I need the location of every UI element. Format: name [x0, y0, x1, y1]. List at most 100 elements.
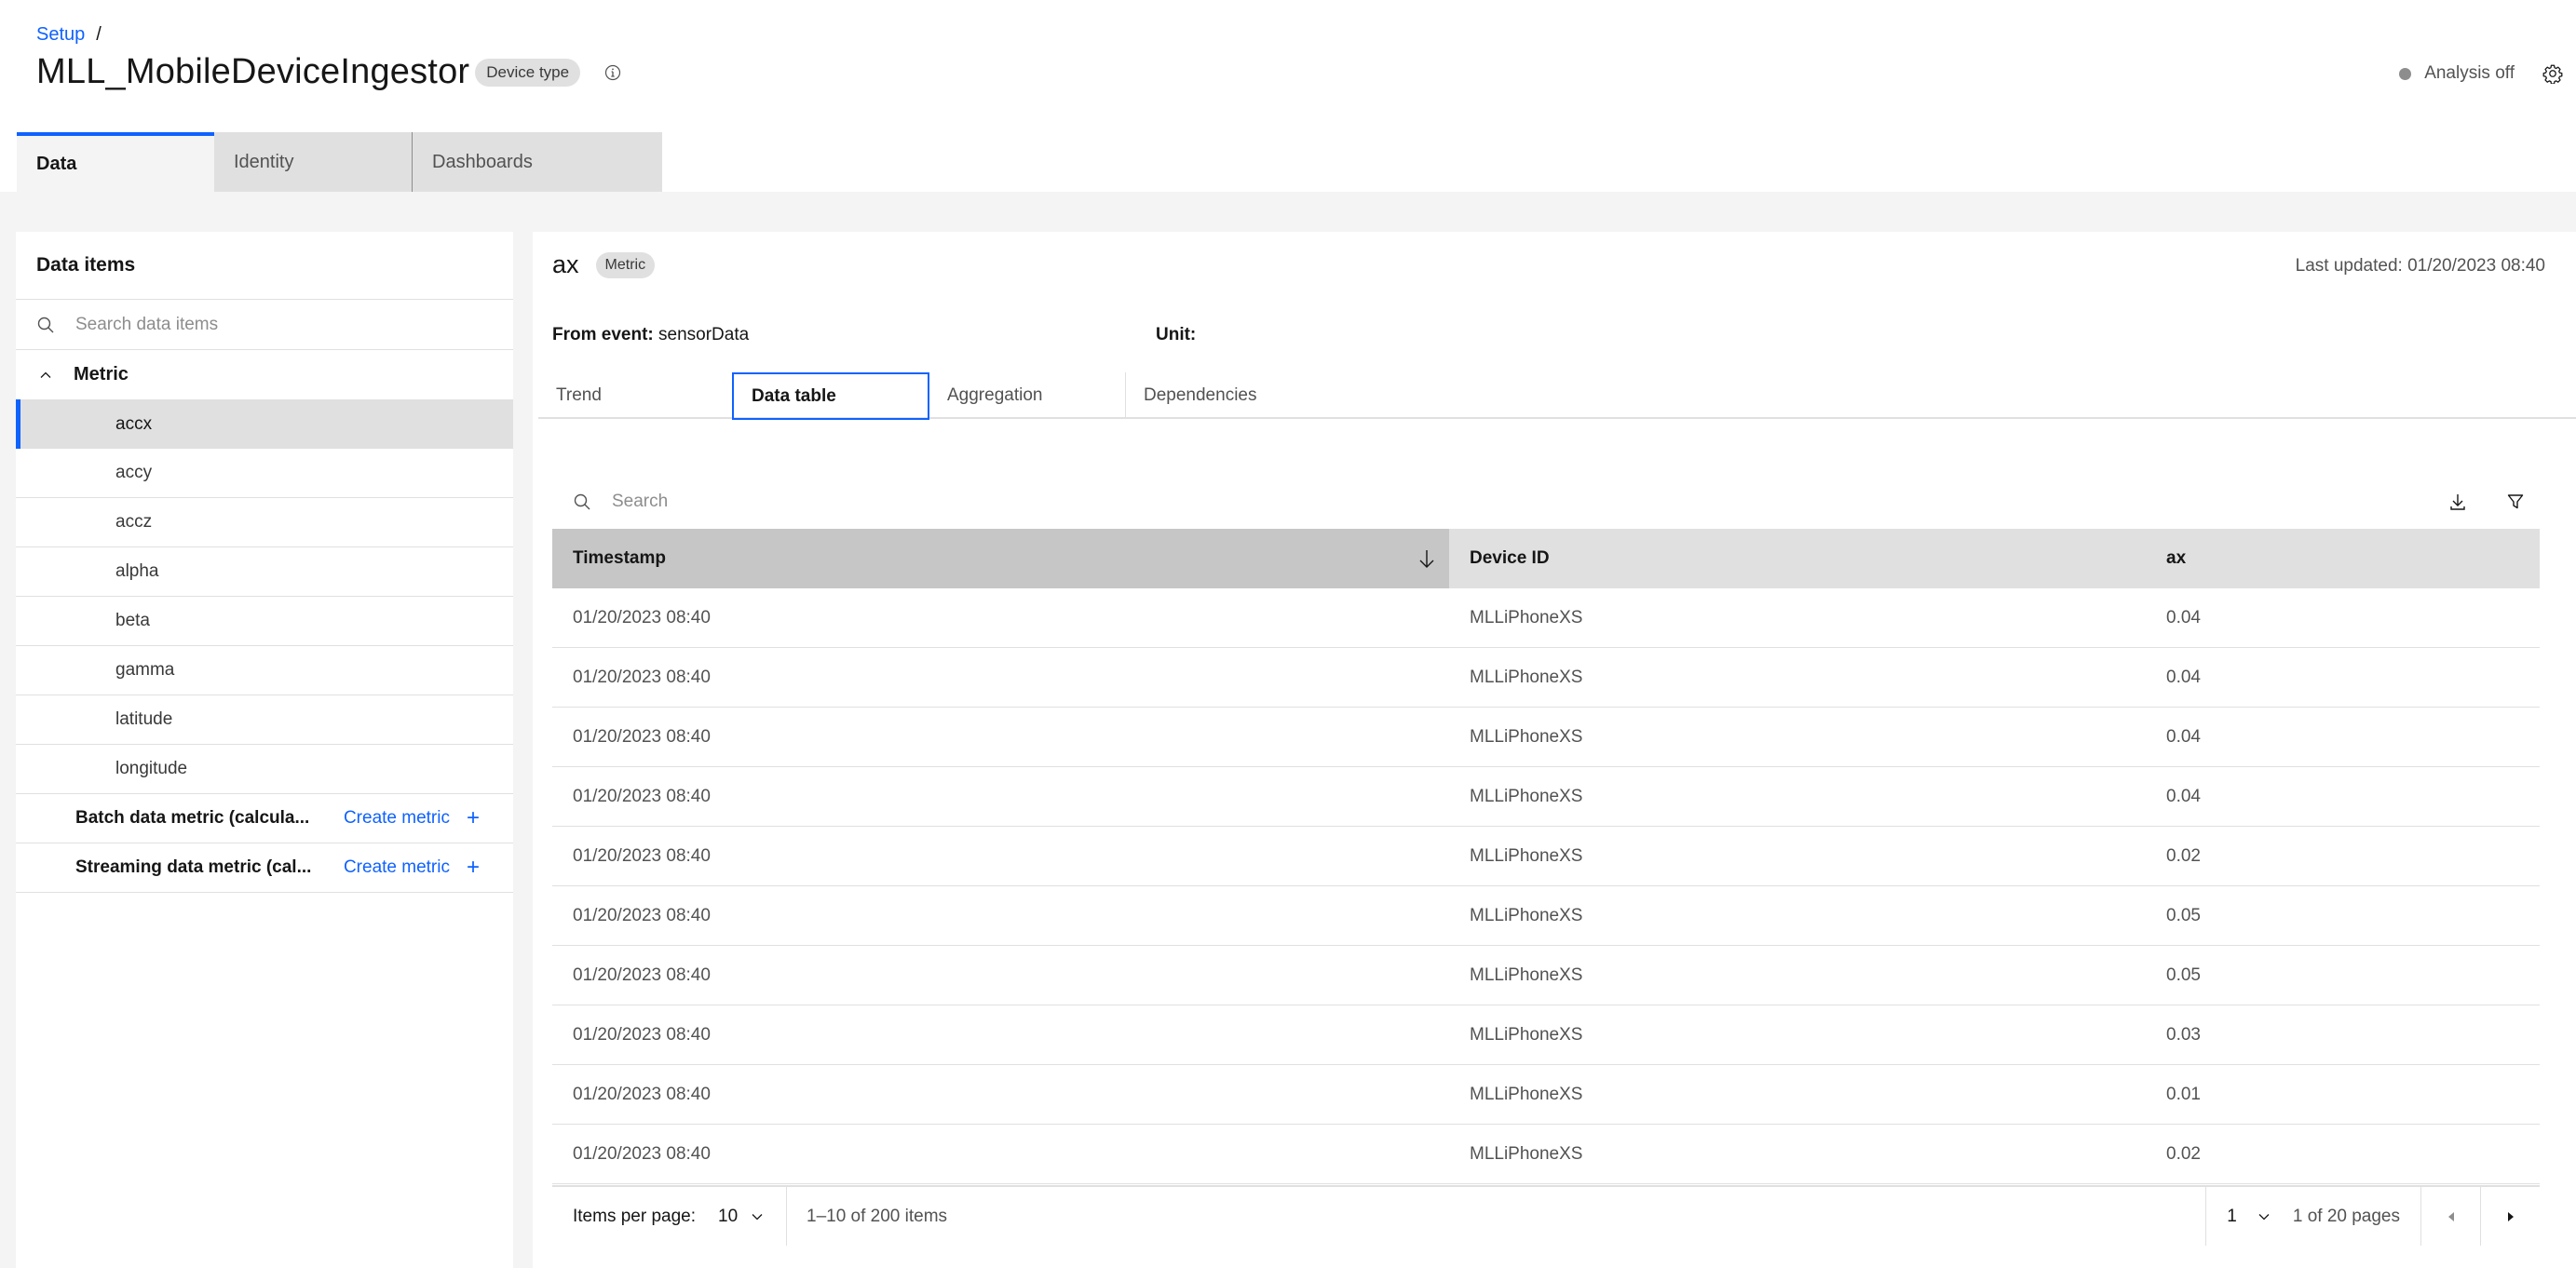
- breadcrumb-setup-link[interactable]: Setup: [36, 24, 85, 46]
- cell-timestamp: 01/20/2023 08:40: [573, 607, 711, 627]
- sidebar-item-gamma[interactable]: gamma: [16, 646, 513, 695]
- metric-tag: Metric: [595, 251, 656, 278]
- sidebar-item-accx[interactable]: accx: [16, 399, 513, 449]
- data-item-detail: ax Metric Last updated: 01/20/2023 08:40…: [533, 232, 2576, 1268]
- previous-page-button[interactable]: [2420, 1187, 2480, 1246]
- chevron-down-icon: [2257, 1210, 2271, 1223]
- metric-header: ax Metric: [552, 250, 656, 279]
- sidebar-search: [16, 300, 513, 350]
- tab-trend[interactable]: Trend: [538, 372, 732, 419]
- info-icon[interactable]: [604, 64, 621, 81]
- table-toolbar: [552, 475, 2540, 529]
- from-event: From event: sensorData: [552, 325, 749, 345]
- create-batch-metric-button[interactable]: Create metric +: [344, 807, 480, 830]
- cell-timestamp: 01/20/2023 08:40: [573, 1024, 711, 1045]
- cell-ax: 0.04: [2166, 667, 2201, 687]
- table-row[interactable]: 01/20/2023 08:40 MLLiPhoneXS 0.04: [552, 588, 2540, 648]
- cell-timestamp: 01/20/2023 08:40: [573, 845, 711, 866]
- cell-timestamp: 01/20/2023 08:40: [573, 786, 711, 806]
- cell-device-id: MLLiPhoneXS: [1470, 726, 1583, 747]
- table-row[interactable]: 01/20/2023 08:40 MLLiPhoneXS 0.04: [552, 648, 2540, 708]
- unit: Unit:: [1156, 325, 1196, 345]
- table-row[interactable]: 01/20/2023 08:40 MLLiPhoneXS 0.01: [552, 1065, 2540, 1125]
- table-row[interactable]: 01/20/2023 08:40 MLLiPhoneXS 0.05: [552, 886, 2540, 946]
- pagination: Items per page: 10 1–10 of 200 items 1 1…: [552, 1185, 2540, 1246]
- download-icon[interactable]: [2448, 492, 2467, 511]
- tab-identity[interactable]: Identity: [214, 132, 413, 192]
- plus-icon: +: [466, 805, 480, 830]
- plus-icon: +: [466, 855, 480, 880]
- streaming-metric-label: Streaming data metric (cal...: [75, 857, 312, 877]
- table-header: Timestamp Device ID ax: [552, 529, 2540, 588]
- sidebar-item-accz[interactable]: accz: [16, 498, 513, 547]
- detail-tabs: Trend Data table Aggregation Dependencie…: [538, 372, 2576, 420]
- batch-metric-group: Batch data metric (calcula... Create met…: [16, 794, 513, 843]
- column-header-device-id[interactable]: Device ID: [1449, 529, 2146, 588]
- create-metric-label: Create metric: [343, 808, 450, 828]
- sidebar-group-label: Metric: [74, 364, 129, 384]
- status-dot: [2399, 67, 2412, 80]
- chevron-down-icon: [751, 1210, 764, 1223]
- sidebar-group-metric[interactable]: Metric: [16, 350, 513, 399]
- tab-data-table[interactable]: Data table: [732, 372, 929, 420]
- sidebar-item-alpha[interactable]: alpha: [16, 547, 513, 597]
- cell-ax: 0.02: [2166, 845, 2201, 866]
- cell-device-id: MLLiPhoneXS: [1470, 786, 1583, 806]
- metric-name: ax: [552, 250, 579, 278]
- arrow-down-icon: [1417, 548, 1436, 569]
- cell-device-id: MLLiPhoneXS: [1470, 905, 1583, 925]
- table-row[interactable]: 01/20/2023 08:40 MLLiPhoneXS 0.04: [552, 767, 2540, 827]
- table-row[interactable]: 01/20/2023 08:40 MLLiPhoneXS 0.02: [552, 1125, 2540, 1184]
- create-streaming-metric-button[interactable]: Create metric +: [344, 857, 480, 879]
- device-type-tag: Device type: [475, 58, 581, 87]
- column-header-ax[interactable]: ax: [2146, 529, 2540, 588]
- cell-timestamp: 01/20/2023 08:40: [573, 667, 711, 687]
- caret-right-icon: [2507, 1211, 2514, 1221]
- analysis-status-label: Analysis off: [2424, 63, 2515, 83]
- search-data-items-input[interactable]: [75, 314, 467, 335]
- cell-ax: 0.04: [2166, 607, 2201, 627]
- sidebar-item-beta[interactable]: beta: [16, 597, 513, 646]
- sidebar-item-longitude[interactable]: longitude: [16, 745, 513, 794]
- table-body: 01/20/2023 08:40 MLLiPhoneXS 0.04 01/20/202…: [552, 588, 2540, 1184]
- cell-ax: 0.04: [2166, 786, 2201, 806]
- cell-device-id: MLLiPhoneXS: [1470, 1084, 1583, 1104]
- create-metric-label: Create metric: [343, 857, 450, 877]
- page-title: MLL_MobileDeviceIngestor: [36, 52, 470, 91]
- tab-dashboards[interactable]: Dashboards: [413, 132, 662, 192]
- sidebar-item-accy[interactable]: accy: [16, 449, 513, 498]
- cell-timestamp: 01/20/2023 08:40: [573, 1143, 711, 1164]
- data-items-sidebar: Data items Metric accx accy accz alpha b…: [16, 232, 513, 1268]
- cell-timestamp: 01/20/2023 08:40: [573, 964, 711, 985]
- table-row[interactable]: 01/20/2023 08:40 MLLiPhoneXS 0.03: [552, 1005, 2540, 1065]
- table-row[interactable]: 01/20/2023 08:40 MLLiPhoneXS 0.05: [552, 946, 2540, 1005]
- breadcrumb: Setup /: [36, 24, 102, 46]
- gear-icon[interactable]: [2542, 63, 2563, 84]
- filter-icon[interactable]: [2506, 492, 2525, 511]
- page-total: 1 of 20 pages: [2292, 1206, 2400, 1226]
- items-per-page-select[interactable]: 10: [718, 1207, 764, 1227]
- table-row[interactable]: 01/20/2023 08:40 MLLiPhoneXS 0.02: [552, 827, 2540, 886]
- unit-label: Unit:: [1156, 325, 1197, 344]
- items-per-page-value: 10: [718, 1206, 739, 1226]
- sidebar-title: Data items: [16, 232, 513, 300]
- sidebar-item-latitude[interactable]: latitude: [16, 695, 513, 745]
- table-search-input[interactable]: [612, 492, 1450, 512]
- from-event-label: From event:: [552, 325, 654, 344]
- next-page-button[interactable]: [2480, 1187, 2540, 1246]
- table-row[interactable]: 01/20/2023 08:40 MLLiPhoneXS 0.04: [552, 708, 2540, 767]
- cell-timestamp: 01/20/2023 08:40: [573, 905, 711, 925]
- page-select[interactable]: 1: [2206, 1207, 2293, 1227]
- last-updated: Last updated: 01/20/2023 08:40: [2295, 256, 2545, 276]
- cell-device-id: MLLiPhoneXS: [1470, 607, 1583, 627]
- title-row: MLL_MobileDeviceIngestor Device type: [36, 52, 621, 92]
- page-controls: 1 1 of 20 pages: [2205, 1187, 2540, 1246]
- search-icon: [36, 316, 55, 334]
- cell-device-id: MLLiPhoneXS: [1470, 667, 1583, 687]
- tab-data[interactable]: Data: [17, 132, 214, 192]
- column-header-timestamp[interactable]: Timestamp: [552, 529, 1449, 588]
- tab-dependencies[interactable]: Dependencies: [1126, 372, 1349, 419]
- page-value: 1: [2227, 1206, 2237, 1226]
- cell-ax: 0.01: [2166, 1084, 2201, 1104]
- tab-aggregation[interactable]: Aggregation: [929, 372, 1126, 419]
